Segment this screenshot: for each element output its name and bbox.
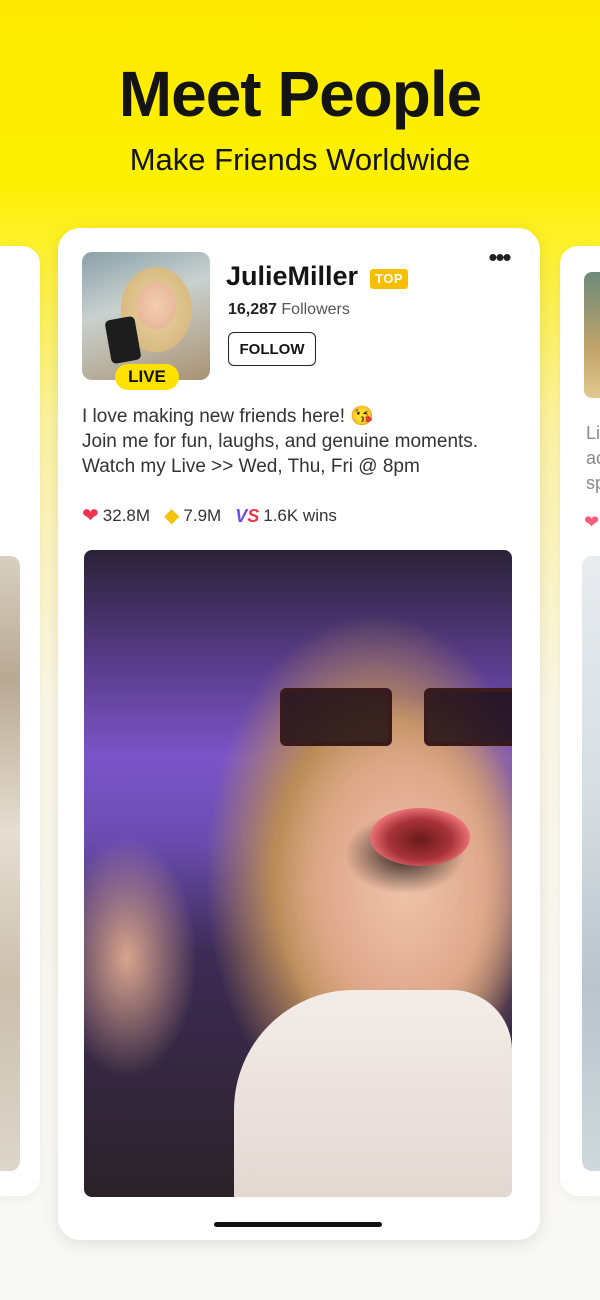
heart-icon: ❤: [82, 505, 99, 527]
profile-main-photo[interactable]: [84, 550, 512, 1197]
profile-bio: I love making new friends here! 😘 Join m…: [82, 404, 522, 479]
follow-button[interactable]: FOLLOW: [228, 332, 316, 366]
photo-sunglasses-left: [280, 688, 392, 746]
avatar-phone: [104, 315, 142, 365]
diamonds-count: 7.9M: [183, 506, 222, 525]
next-profile-bio-peek: Li ac sp: [586, 423, 600, 493]
photo-sweater: [234, 990, 512, 1197]
followers-count: 16,287 Followers: [228, 300, 350, 320]
likes-stat: ❤ 32.8M: [82, 504, 150, 528]
profile-card[interactable]: LIVE JulieMiller TOP ••• 16,287 Follower…: [58, 228, 540, 1240]
home-indicator[interactable]: [214, 1222, 382, 1227]
previous-profile-card[interactable]: [0, 246, 40, 1196]
diamond-icon: ◆: [164, 505, 180, 527]
next-profile-avatar: [584, 272, 600, 398]
bio-line: Join me for fun, laughs, and genuine mom…: [82, 431, 479, 452]
page-subtitle: Make Friends Worldwide: [129, 142, 471, 177]
versus-icon: VS: [235, 506, 260, 526]
more-options-icon[interactable]: •••: [484, 244, 514, 270]
photo-mouth: [370, 808, 470, 866]
page-title: Meet People: [118, 58, 482, 130]
profile-avatar[interactable]: [82, 252, 210, 380]
next-profile-photo: [582, 556, 600, 1171]
followers-label: Followers: [281, 301, 350, 318]
profile-stats: ❤ 32.8M ◆ 7.9M VS 1.6K wins: [82, 504, 351, 528]
wins-stat: VS 1.6K wins: [235, 504, 337, 528]
previous-profile-photo: [0, 556, 20, 1171]
photo-sunglasses-right: [424, 688, 512, 746]
likes-count: 32.8M: [102, 506, 151, 525]
profile-username: JulieMiller: [226, 261, 359, 291]
next-profile-card[interactable]: Li ac sp ❤: [560, 246, 600, 1196]
top-badge: TOP: [370, 269, 408, 289]
wins-count: 1.6K wins: [263, 506, 337, 525]
bio-line: Watch my Live >> Wed, Thu, Fri @ 8pm: [82, 456, 420, 477]
followers-number: 16,287: [228, 301, 277, 318]
next-profile-heart-icon: ❤: [584, 512, 600, 532]
bio-line: I love making new friends here! 😘: [82, 406, 374, 427]
diamonds-stat: ◆ 7.9M: [164, 504, 221, 528]
live-badge[interactable]: LIVE: [115, 364, 179, 390]
